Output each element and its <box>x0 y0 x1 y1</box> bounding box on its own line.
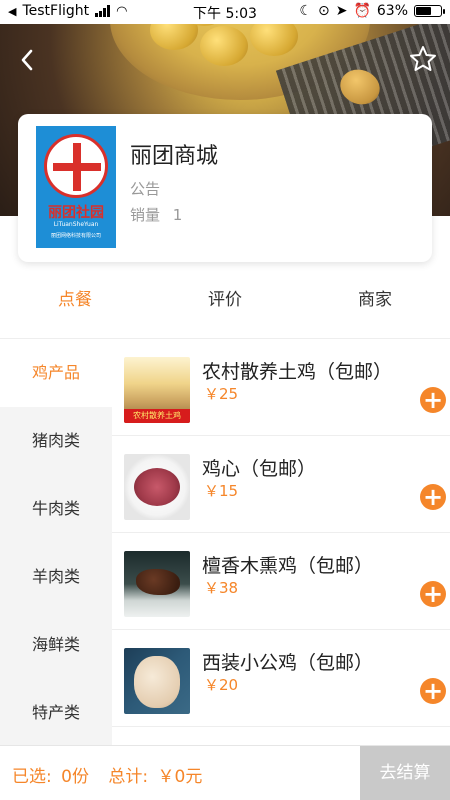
add-to-cart-button[interactable]: + <box>420 484 446 510</box>
total-label: 总计: <box>108 767 149 787</box>
cart-bar: 已选: 0份 总计: ￥0元 去结算 <box>0 745 450 800</box>
tab-order[interactable]: 点餐 <box>0 280 150 356</box>
product-price: ￥38 <box>204 579 239 597</box>
product-name[interactable]: 西装小公鸡（包邮） <box>202 648 373 675</box>
alarm-icon: ⏰ <box>353 3 371 19</box>
add-to-cart-button[interactable]: + <box>420 581 446 607</box>
product-price: ￥20 <box>204 676 239 694</box>
shop-logo: 丽团社园 LiTuanSheYuan 丽团网络科技有限公司 <box>36 126 116 248</box>
product-image[interactable]: 农村散养土鸡 <box>124 357 190 423</box>
sales-label: 销量 <box>130 206 161 224</box>
battery-level <box>416 7 431 15</box>
chevron-left-icon <box>21 49 33 71</box>
shop-sales: 销量 1 <box>130 204 182 225</box>
category-item-mutton[interactable]: 羊肉类 <box>0 543 112 611</box>
product-image-label: 农村散养土鸡 <box>124 409 190 423</box>
favorite-button[interactable] <box>408 44 438 74</box>
product-price: ￥15 <box>204 482 239 500</box>
location-icon: ➤ <box>335 3 348 19</box>
battery-icon <box>414 5 445 17</box>
add-to-cart-button[interactable]: + <box>420 678 446 704</box>
product-name[interactable]: 檀香木熏鸡（包邮） <box>202 551 373 578</box>
product-image[interactable] <box>124 454 190 520</box>
product-list: 农村散养土鸡 农村散养土鸡（包邮） ￥25 + 鸡心（包邮） ￥15 + 檀香木… <box>112 339 450 745</box>
status-bar: ◀ TestFlight ◠ 下午 5:03 ☾ ⊙ ➤ ⏰ 63% <box>0 0 450 24</box>
total-amount: ￥0元 <box>157 767 203 787</box>
shop-notice[interactable]: 公告 <box>130 178 160 199</box>
logo-company: 丽团网络科技有限公司 <box>50 233 101 239</box>
logo-brand-text: 丽团社园 <box>48 205 104 221</box>
product-item[interactable]: 农村散养土鸡 农村散养土鸡（包邮） ￥25 + <box>112 339 450 436</box>
tab-reviews[interactable]: 评价 <box>150 280 300 338</box>
status-right: ☾ ⊙ ➤ ⏰ 63% <box>299 3 445 19</box>
logo-emblem <box>44 134 108 198</box>
add-to-cart-button[interactable]: + <box>420 387 446 413</box>
category-sidebar: 鸡产品 猪肉类 牛肉类 羊肉类 海鲜类 特产类 <box>0 339 112 745</box>
product-image[interactable] <box>124 648 190 714</box>
selected-label: 已选: <box>12 767 52 787</box>
checkout-button[interactable]: 去结算 <box>360 746 450 800</box>
category-item-beef[interactable]: 牛肉类 <box>0 475 112 543</box>
shop-name: 丽团商城 <box>130 144 219 169</box>
product-item[interactable]: 西装小公鸡（包邮） ￥20 + <box>112 630 450 727</box>
cart-summary: 已选: 0份 总计: ￥0元 <box>12 762 206 787</box>
product-item[interactable]: 檀香木熏鸡（包邮） ￥38 + <box>112 533 450 630</box>
tab-merchant[interactable]: 商家 <box>300 280 450 338</box>
category-item-seafood[interactable]: 海鲜类 <box>0 611 112 679</box>
product-name[interactable]: 鸡心（包邮） <box>202 454 316 481</box>
product-name[interactable]: 农村散养土鸡（包邮） <box>202 357 392 384</box>
category-item-pork[interactable]: 猪肉类 <box>0 407 112 475</box>
category-item-specialty[interactable]: 特产类 <box>0 679 112 745</box>
shop-tabs: 点餐 评价 商家 <box>0 280 450 356</box>
selected-count: 0份 <box>61 767 89 787</box>
egg-image <box>200 26 248 66</box>
battery-percent: 63% <box>376 3 408 19</box>
sales-value: 1 <box>172 206 183 224</box>
moon-icon: ☾ <box>299 3 312 19</box>
product-image[interactable] <box>124 551 190 617</box>
star-outline-icon <box>410 46 436 71</box>
back-button[interactable] <box>14 46 42 74</box>
product-price: ￥25 <box>204 385 239 403</box>
lock-rotation-icon: ⊙ <box>317 3 330 19</box>
shop-info-card: 丽团社园 LiTuanSheYuan 丽团网络科技有限公司 丽团商城 公告 销量… <box>18 114 432 262</box>
product-item[interactable]: 鸡心（包邮） ￥15 + <box>112 436 450 533</box>
category-item-chicken[interactable]: 鸡产品 <box>0 339 112 407</box>
logo-brand-en: LiTuanSheYuan <box>53 221 99 228</box>
